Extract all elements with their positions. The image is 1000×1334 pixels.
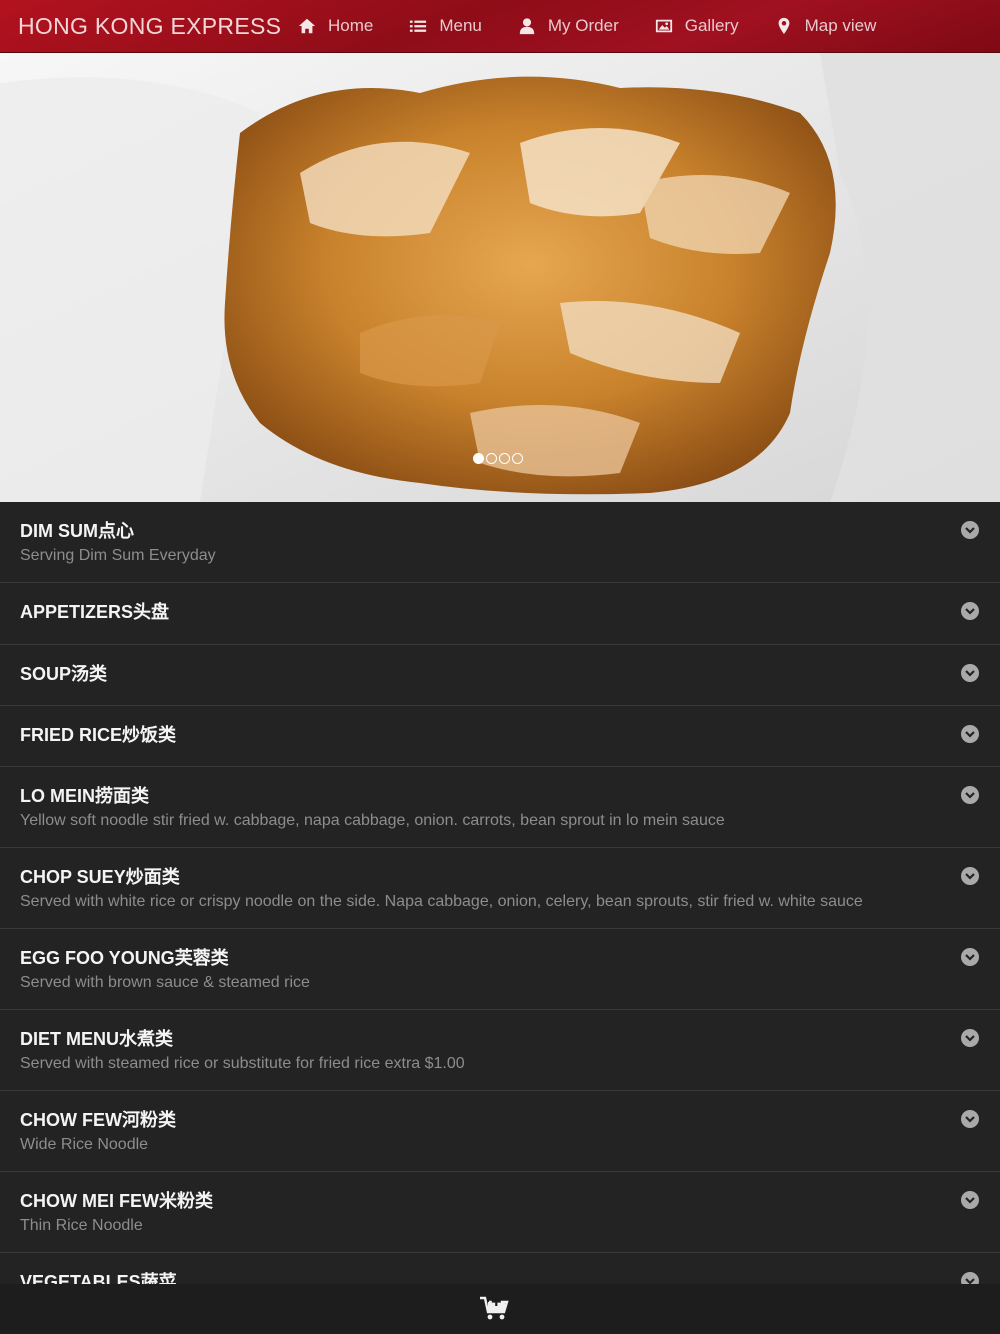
category-title: CHOW MEI FEW米粉类 xyxy=(20,1191,213,1211)
category-egg-foo-young[interactable]: EGG FOO YOUNG芙蓉类 Served with brown sauce… xyxy=(0,929,1000,1010)
chevron-down-icon[interactable] xyxy=(961,664,979,682)
nav-my-order[interactable]: My Order xyxy=(518,16,619,36)
brand-title[interactable]: HONG KONG EXPRESS xyxy=(0,13,298,40)
map-marker-icon xyxy=(778,17,789,35)
category-subtitle: Yellow soft noodle stir fried w. cabbage… xyxy=(20,812,725,829)
bottom-cart-bar xyxy=(0,1284,1000,1334)
picture-icon xyxy=(655,19,672,33)
category-title: CHOP SUEY炒面类 xyxy=(20,867,180,887)
carousel-indicators xyxy=(473,453,525,464)
category-title: DIET MENU水煮类 xyxy=(20,1029,173,1049)
category-fried-rice[interactable]: FRIED RICE炒饭类 xyxy=(0,706,1000,767)
chevron-down-icon[interactable] xyxy=(961,725,979,743)
chevron-down-icon[interactable] xyxy=(961,867,979,885)
fried-chicken-photo xyxy=(0,53,1000,502)
category-diet-menu[interactable]: DIET MENU水煮类 Served with steamed rice or… xyxy=(0,1010,1000,1091)
category-subtitle: Wide Rice Noodle xyxy=(20,1136,149,1153)
category-lo-mein[interactable]: LO MEIN捞面类 Yellow soft noodle stir fried… xyxy=(0,767,1000,848)
nav-menu: Home Menu My Order Gallery Map view xyxy=(298,16,912,36)
hero-carousel[interactable] xyxy=(0,53,1000,502)
nav-gallery-label: Gallery xyxy=(684,16,739,35)
user-icon xyxy=(519,18,535,35)
category-soup[interactable]: SOUP汤类 xyxy=(0,645,1000,706)
carousel-dot-3[interactable] xyxy=(499,453,510,464)
category-title: APPETIZERS头盘 xyxy=(20,602,170,622)
chevron-down-icon[interactable] xyxy=(961,948,979,966)
home-icon xyxy=(298,18,316,34)
chevron-down-icon[interactable] xyxy=(961,521,979,539)
category-appetizers[interactable]: APPETIZERS头盘 xyxy=(0,583,1000,645)
category-title: CHOW FEW河粉类 xyxy=(20,1110,176,1130)
category-chop-suey[interactable]: CHOP SUEY炒面类 Served with white rice or c… xyxy=(0,848,1000,929)
category-subtitle: Thin Rice Noodle xyxy=(20,1217,143,1234)
category-subtitle: Served with white rice or crispy noodle … xyxy=(20,893,863,910)
nav-map-view-label: Map view xyxy=(804,16,877,35)
nav-menu-link[interactable]: Menu xyxy=(409,16,482,36)
chevron-down-icon[interactable] xyxy=(961,1029,979,1047)
nav-my-order-label: My Order xyxy=(547,16,619,35)
list-icon xyxy=(410,20,427,32)
carousel-dot-1[interactable] xyxy=(473,453,484,464)
category-subtitle: Serving Dim Sum Everyday xyxy=(20,547,216,564)
nav-map-view[interactable]: Map view xyxy=(775,16,877,36)
nav-menu-label: Menu xyxy=(439,16,482,35)
category-title: SOUP汤类 xyxy=(20,664,108,684)
category-chow-mei-few[interactable]: CHOW MEI FEW米粉类 Thin Rice Noodle xyxy=(0,1172,1000,1253)
nav-home-label: Home xyxy=(328,16,374,35)
chevron-down-icon[interactable] xyxy=(961,602,979,620)
menu-category-list: DIM SUM点心 Serving Dim Sum Everyday APPET… xyxy=(0,502,1000,1315)
cart-add-icon[interactable] xyxy=(479,1296,509,1322)
nav-home[interactable]: Home xyxy=(298,16,373,36)
category-title: FRIED RICE炒饭类 xyxy=(20,725,177,745)
category-subtitle: Served with brown sauce & steamed rice xyxy=(20,974,310,991)
nav-gallery[interactable]: Gallery xyxy=(655,16,739,36)
top-navbar: HONG KONG EXPRESS Home Menu My Order Gal… xyxy=(0,0,1000,53)
category-title: LO MEIN捞面类 xyxy=(20,786,149,806)
category-chow-few[interactable]: CHOW FEW河粉类 Wide Rice Noodle xyxy=(0,1091,1000,1172)
category-title: DIM SUM点心 xyxy=(20,521,134,541)
chevron-down-icon[interactable] xyxy=(961,1191,979,1209)
category-subtitle: Served with steamed rice or substitute f… xyxy=(20,1055,465,1072)
category-title: EGG FOO YOUNG芙蓉类 xyxy=(20,948,229,968)
carousel-dot-4[interactable] xyxy=(512,453,523,464)
category-dim-sum[interactable]: DIM SUM点心 Serving Dim Sum Everyday xyxy=(0,502,1000,583)
chevron-down-icon[interactable] xyxy=(961,1110,979,1128)
carousel-dot-2[interactable] xyxy=(486,453,497,464)
chevron-down-icon[interactable] xyxy=(961,786,979,804)
